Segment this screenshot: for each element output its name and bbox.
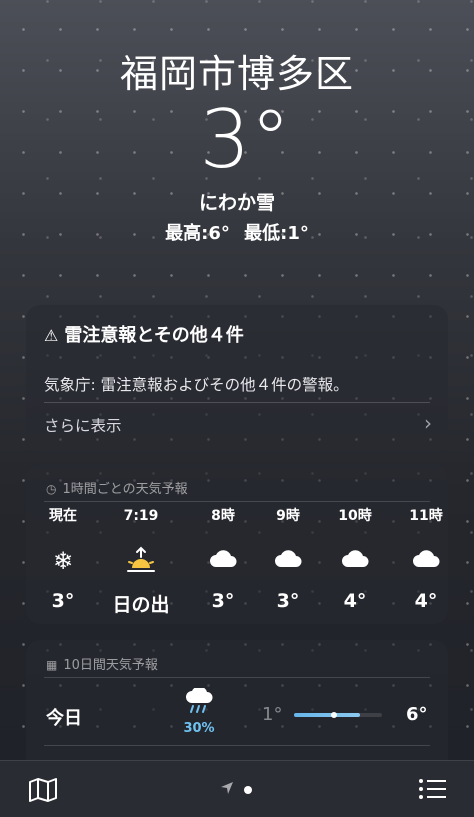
divider	[44, 677, 430, 678]
list-icon[interactable]	[418, 777, 448, 805]
hour-label: 現在	[49, 508, 77, 524]
temp-range-bar	[294, 712, 382, 718]
cloud-icon	[320, 546, 390, 576]
alert-body: 気象庁: 雷注意報およびその他４件の警報。	[44, 376, 349, 394]
temp-range-fill	[294, 713, 360, 717]
hourly-forecast-card[interactable]: ◷ 1時間ごとの天気予報 現在 ❄ 3° 7:19 日の出 8時 3° 9時 3…	[26, 464, 448, 624]
hour-item: 11時 4°	[391, 504, 461, 612]
cloud-icon	[391, 546, 461, 576]
cloud-rain-icon	[174, 686, 224, 721]
hour-temp: 3°	[51, 590, 75, 612]
divider	[44, 745, 430, 746]
hour-temp: 3°	[276, 590, 300, 612]
alert-card[interactable]: ⚠ 雷注意報とその他４件 気象庁: 雷注意報およびその他４件の警報。 さらに表示 …	[26, 305, 448, 453]
hour-label: 11時	[409, 508, 443, 524]
clock-icon: ◷	[46, 482, 57, 496]
hour-item: 9時 3°	[253, 504, 323, 612]
hour-temp: 4°	[343, 590, 367, 612]
condition-text: にわか雪	[198, 192, 275, 214]
map-icon[interactable]	[28, 777, 58, 807]
location-arrow-icon[interactable]	[220, 781, 234, 799]
high-temp: 最高:6°	[165, 223, 230, 244]
current-temperature: 3°	[199, 93, 291, 186]
cloud-icon	[188, 546, 258, 576]
warning-triangle-icon: ⚠	[44, 326, 59, 345]
hour-label: 8時	[211, 508, 235, 524]
hour-item: 現在 ❄ 3°	[28, 504, 98, 612]
cloud-icon	[253, 546, 323, 576]
show-more-link[interactable]: さらに表示	[44, 414, 122, 436]
hour-temp: 3°	[211, 590, 235, 612]
daily-header: ▦ 10日間天気予報	[46, 654, 158, 673]
chevron-right-icon[interactable]: ›	[424, 411, 432, 435]
hourly-header: ◷ 1時間ごとの天気予報	[46, 478, 188, 497]
day-weather: 30%	[174, 686, 224, 736]
hour-item: 7:19 日の出	[106, 504, 176, 617]
calendar-icon: ▦	[46, 658, 58, 672]
precip-chance: 30%	[183, 721, 215, 736]
day-low-temp: 1°	[262, 704, 283, 725]
hour-item: 8時 3°	[188, 504, 258, 612]
divider	[44, 501, 430, 502]
high-low: 最高:6° 最低:1°	[0, 219, 474, 245]
bottom-toolbar	[0, 760, 474, 817]
hour-label: 7:19	[123, 508, 159, 524]
divider	[44, 402, 430, 403]
alert-title-row: ⚠ 雷注意報とその他４件	[44, 321, 244, 347]
hourly-header-label: 1時間ごとの天気予報	[62, 482, 188, 497]
day-label: 今日	[46, 708, 82, 729]
hour-label: 9時	[276, 508, 300, 524]
current-temp-marker	[330, 712, 337, 718]
current-weather: 福岡市博多区 3° にわか雪 最高:6° 最低:1°	[0, 50, 474, 245]
page-indicator-dot[interactable]	[244, 786, 252, 794]
sunrise-label: 日の出	[112, 594, 170, 616]
city-name: 福岡市博多区	[119, 52, 354, 96]
ten-day-forecast-card[interactable]: ▦ 10日間天気予報 今日 30% 1° 6°	[26, 640, 448, 770]
hour-label: 10時	[338, 508, 372, 524]
day-high-temp: 6°	[406, 704, 428, 725]
hour-temp: 4°	[414, 590, 438, 612]
hour-item: 10時 4°	[320, 504, 390, 612]
sunrise-icon	[106, 546, 176, 576]
alert-title: 雷注意報とその他４件	[64, 325, 244, 346]
daily-header-label: 10日間天気予報	[63, 658, 158, 673]
snowflake-icon: ❄	[52, 547, 74, 575]
low-temp: 最低:1°	[244, 223, 309, 244]
